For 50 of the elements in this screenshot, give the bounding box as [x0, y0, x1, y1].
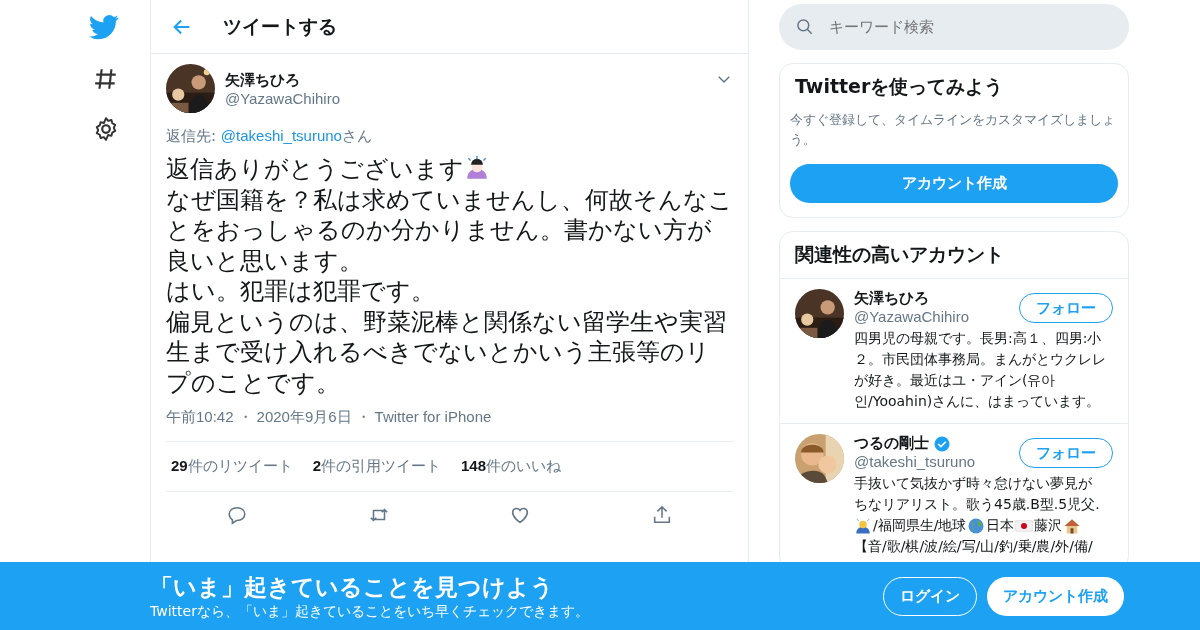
banner-text: Twitterなら、「いま」起きていることをいち早くチェックできます。 — [150, 602, 589, 621]
tweet-time[interactable]: 午前10:42 — [166, 408, 234, 425]
account-handle: @takeshi_tsuruno — [854, 453, 977, 470]
bio-text: 【音/歌/棋/波/絵/写/山/釣/乗/農/外/備/ — [854, 538, 1093, 554]
tweet-source[interactable]: Twitter for iPhone — [374, 408, 492, 425]
reply-label: 返信先: — [166, 127, 218, 145]
tweet-text: 偏見というのは、野菜泥棒と関係ない留学生や実習生まで受け入れるべきでないとかいう主張等のリプのことです。 — [166, 307, 727, 397]
person-emoji-icon — [854, 516, 872, 535]
person-emoji-icon — [464, 155, 490, 181]
hashtag-icon[interactable] — [93, 66, 119, 92]
create-account-button[interactable]: アカウント作成 — [790, 164, 1118, 203]
separator: ・ — [237, 408, 253, 425]
page-title: ツイートする — [223, 13, 337, 39]
follow-button[interactable]: フォロー — [1019, 293, 1113, 323]
globe-icon — [967, 516, 986, 535]
reply-suffix: さん — [341, 127, 372, 145]
tweet-text: 返信ありがとうございます — [166, 155, 464, 183]
bio-text: 四男児の母親です。長男:高１、四男:小２。市民団体事務局。まんがとウクレレが好き。最近はユ・アイン(유아인/Yooahin)さんに、はまっています。 — [854, 330, 1106, 409]
search-icon — [795, 17, 815, 37]
stat-count[interactable]: 29 — [171, 457, 188, 474]
bio-text: 手抜いて気抜かず時々怠けない夢見が — [854, 475, 1092, 491]
bio-text: 藤沢 — [1034, 516, 1063, 535]
card-title: Twitterを使ってみよう — [794, 74, 1005, 99]
stat-label[interactable]: 件のいいね — [486, 457, 562, 475]
mention-link[interactable]: @takeshi_tsuruno — [220, 127, 342, 144]
bio-text: 日本 — [986, 516, 1015, 535]
follow-button[interactable]: フォロー — [1019, 438, 1113, 468]
stat-label[interactable]: 件のリツイート — [187, 457, 293, 475]
stat-count[interactable]: 2 — [312, 457, 322, 474]
reply-icon[interactable] — [225, 504, 248, 526]
card-title: 関連性の高いアカウント — [780, 232, 1128, 279]
card-text: 今すぐ登録して、タイムラインをカスタマイズしましょう。 — [790, 111, 1116, 149]
tweet-text: はい。犯罪は犯罪です。 — [166, 277, 435, 305]
tweet-text: なぜ国籍を？私は求めていませんし、何故そんなことをおっしゃるのか分かりません。書かない方が良いと思います。 — [166, 185, 733, 275]
author-name: 矢澤ちひろ — [225, 70, 301, 90]
bird-logo-icon[interactable] — [89, 12, 119, 42]
settings-icon[interactable] — [93, 116, 119, 142]
bio-text: ちなリアリスト。歌う45歳.B型.5児父. — [854, 496, 1100, 512]
author-handle: @YazawaChihiro — [225, 89, 341, 107]
account-handle: @YazawaChihiro — [854, 308, 970, 325]
bio-text: /福岡県生/地球 — [873, 516, 967, 535]
create-account-button[interactable]: アカウント作成 — [987, 576, 1124, 616]
separator: ・ — [355, 408, 371, 425]
tweet-date[interactable]: 2020年9月6日 — [256, 408, 352, 425]
stat-count[interactable]: 148 — [461, 457, 487, 474]
account-name[interactable]: 矢澤ちひろ — [854, 289, 929, 308]
banner-title: 「いま」起きていることを見つけよう — [150, 572, 555, 602]
stat-label[interactable]: 件の引用ツイート — [321, 457, 442, 475]
search-field[interactable]: キーワード検索 — [779, 4, 1129, 50]
account-name[interactable]: つるの剛士 — [854, 434, 929, 453]
